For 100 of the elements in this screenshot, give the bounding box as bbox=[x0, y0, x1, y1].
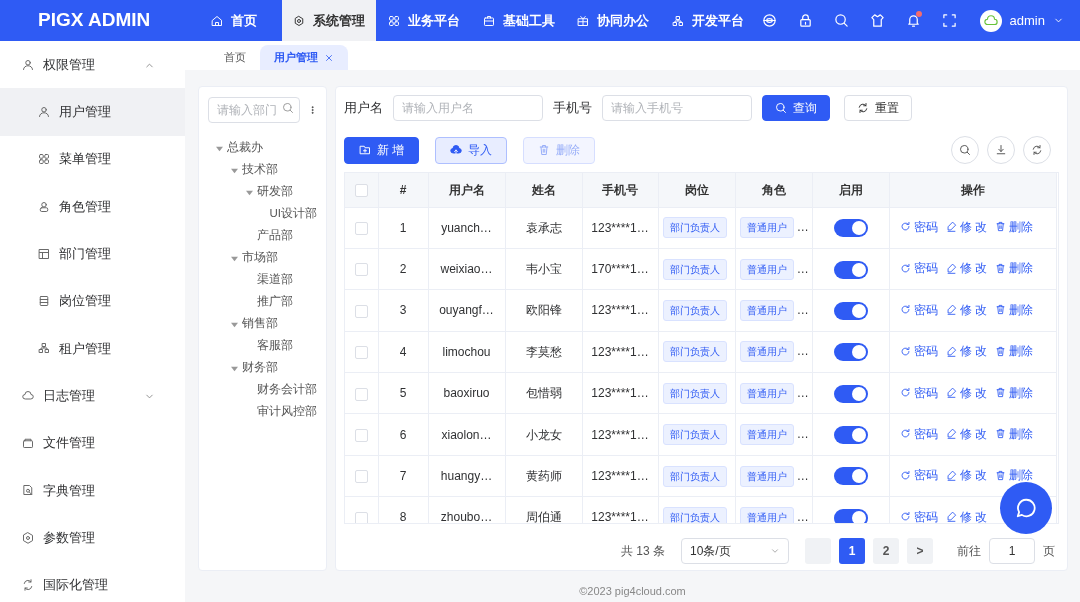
toggle-switch[interactable] bbox=[833, 219, 868, 238]
action-link[interactable]: 修 改 bbox=[945, 466, 987, 485]
page-tab[interactable]: 首页 bbox=[210, 45, 260, 70]
search-button[interactable]: 查询 bbox=[762, 95, 830, 121]
reset-button[interactable]: 重置 bbox=[844, 95, 912, 121]
action-link[interactable]: 密码 bbox=[899, 259, 938, 278]
tree-node[interactable]: 推广部 bbox=[257, 293, 293, 311]
tree-node[interactable]: 技术部 bbox=[242, 161, 278, 179]
top-nav-tab[interactable]: 基础工具 bbox=[471, 0, 566, 41]
top-nav-tab[interactable]: 系统管理 bbox=[281, 0, 377, 41]
action-link[interactable]: 密码 bbox=[899, 217, 938, 236]
checkbox[interactable] bbox=[354, 470, 368, 484]
caret-icon[interactable] bbox=[245, 188, 253, 196]
sidebar-item[interactable]: 用户管理 bbox=[0, 88, 185, 136]
tree-node[interactable]: 财务会计部 bbox=[257, 381, 317, 399]
tree-node[interactable]: 产品部 bbox=[257, 227, 293, 245]
action-link[interactable]: 删除 bbox=[994, 424, 1033, 443]
toggle-switch[interactable] bbox=[833, 508, 868, 523]
page-size-select[interactable]: 10条/页 bbox=[681, 538, 789, 564]
search-field[interactable]: 请输入部门 bbox=[208, 97, 300, 123]
sidebar-item[interactable]: 租户管理 bbox=[0, 324, 185, 373]
toggle-switch[interactable] bbox=[833, 260, 868, 279]
tree-node[interactable]: 研发部 bbox=[257, 183, 293, 201]
checkbox[interactable] bbox=[354, 263, 368, 277]
page-input[interactable]: 1 bbox=[989, 538, 1035, 564]
input-field[interactable]: 请输入用户名 bbox=[393, 95, 543, 121]
role-tag: 普通用户 bbox=[739, 424, 794, 446]
table-cell: zhoubo… bbox=[440, 510, 493, 523]
user-name[interactable]: admin bbox=[1009, 10, 1045, 31]
top-nav-tab[interactable]: 开发平台 bbox=[660, 0, 756, 41]
action-link[interactable]: 密码 bbox=[899, 383, 938, 402]
action-link[interactable]: 修 改 bbox=[945, 507, 987, 523]
top-nav-tab[interactable]: 协同办公 bbox=[565, 0, 661, 41]
sidebar-item[interactable]: 字典管理 bbox=[0, 466, 185, 514]
action-link[interactable]: 删除 bbox=[994, 259, 1033, 278]
caret-icon[interactable] bbox=[230, 166, 238, 174]
user-avatar[interactable] bbox=[979, 9, 1002, 32]
next-page-button[interactable]: > bbox=[907, 538, 933, 564]
sidebar-item[interactable]: 部门管理 bbox=[0, 230, 185, 278]
page-tab[interactable]: 用户管理 bbox=[260, 45, 348, 70]
page-button[interactable]: 2 bbox=[873, 538, 899, 564]
sidebar-item[interactable]: 权限管理 bbox=[0, 41, 185, 89]
checkbox[interactable] bbox=[354, 184, 368, 198]
action-link[interactable]: 删除 bbox=[994, 466, 1033, 485]
table-cell: huangy… bbox=[440, 469, 493, 484]
toggle-switch[interactable] bbox=[833, 426, 868, 445]
circle-button[interactable] bbox=[987, 136, 1015, 164]
action-link[interactable]: 密码 bbox=[899, 342, 938, 361]
tree-node[interactable]: UI设计部 bbox=[269, 205, 317, 223]
action-link[interactable]: 修 改 bbox=[945, 259, 987, 278]
checkbox[interactable] bbox=[354, 222, 368, 235]
toolbar-button[interactable]: 导入 bbox=[435, 136, 508, 164]
sidebar-item[interactable]: 岗位管理 bbox=[0, 277, 185, 325]
tree-node[interactable]: 市场部 bbox=[242, 249, 278, 267]
sidebar-item[interactable]: 国际化管理 bbox=[0, 561, 185, 602]
action-link[interactable]: 密码 bbox=[899, 424, 938, 443]
action-link[interactable]: 密码 bbox=[899, 300, 938, 319]
action-link[interactable]: 删除 bbox=[994, 217, 1033, 236]
action-link[interactable]: 密码 bbox=[899, 507, 938, 523]
tree-node[interactable]: 渠道部 bbox=[257, 271, 293, 289]
sidebar-item[interactable]: 日志管理 bbox=[0, 372, 185, 420]
checkbox[interactable] bbox=[354, 346, 368, 360]
page-button[interactable]: 1 bbox=[839, 538, 865, 564]
checkbox[interactable] bbox=[354, 387, 368, 401]
tree-node[interactable]: 总裁办 bbox=[227, 139, 263, 157]
toolbar-button[interactable]: 新 增 bbox=[344, 136, 420, 164]
caret-icon[interactable] bbox=[230, 254, 238, 262]
action-link[interactable]: 删除 bbox=[994, 300, 1033, 319]
toggle-switch[interactable] bbox=[833, 467, 868, 486]
action-link[interactable]: 密码 bbox=[899, 466, 938, 485]
circle-button[interactable] bbox=[951, 136, 979, 164]
sidebar-item[interactable]: 参数管理 bbox=[0, 513, 185, 562]
tree-node[interactable]: 销售部 bbox=[242, 315, 278, 333]
action-link[interactable]: 修 改 bbox=[945, 217, 987, 236]
top-nav-tab[interactable]: 业务平台 bbox=[376, 0, 472, 41]
action-link[interactable]: 修 改 bbox=[945, 424, 987, 443]
checkbox[interactable] bbox=[354, 511, 368, 523]
toggle-switch[interactable] bbox=[833, 384, 868, 403]
checkbox[interactable] bbox=[354, 304, 368, 318]
caret-icon[interactable] bbox=[230, 364, 238, 372]
action-link[interactable]: 修 改 bbox=[945, 383, 987, 402]
sidebar-item[interactable]: 文件管理 bbox=[0, 419, 185, 467]
sidebar-item[interactable]: 角色管理 bbox=[0, 182, 185, 231]
tree-node[interactable]: 财务部 bbox=[242, 359, 278, 377]
toggle-switch[interactable] bbox=[833, 343, 868, 362]
action-link[interactable]: 删除 bbox=[994, 342, 1033, 361]
sidebar-item[interactable]: 菜单管理 bbox=[0, 135, 185, 183]
checkbox[interactable] bbox=[354, 428, 368, 442]
tree-node[interactable]: 客服部 bbox=[257, 337, 293, 355]
top-nav-tab[interactable]: 首页 bbox=[186, 0, 282, 41]
caret-icon[interactable] bbox=[230, 320, 238, 328]
circle-button[interactable] bbox=[1023, 136, 1051, 164]
action-link[interactable]: 删除 bbox=[994, 383, 1033, 402]
tree-node[interactable]: 审计风控部 bbox=[257, 403, 317, 421]
caret-icon[interactable] bbox=[215, 144, 223, 152]
toggle-switch[interactable] bbox=[833, 301, 868, 320]
action-link[interactable]: 修 改 bbox=[945, 342, 987, 361]
input-field[interactable]: 请输入手机号 bbox=[602, 95, 752, 121]
action-link[interactable]: 修 改 bbox=[945, 300, 987, 319]
trash-icon bbox=[994, 262, 1006, 274]
